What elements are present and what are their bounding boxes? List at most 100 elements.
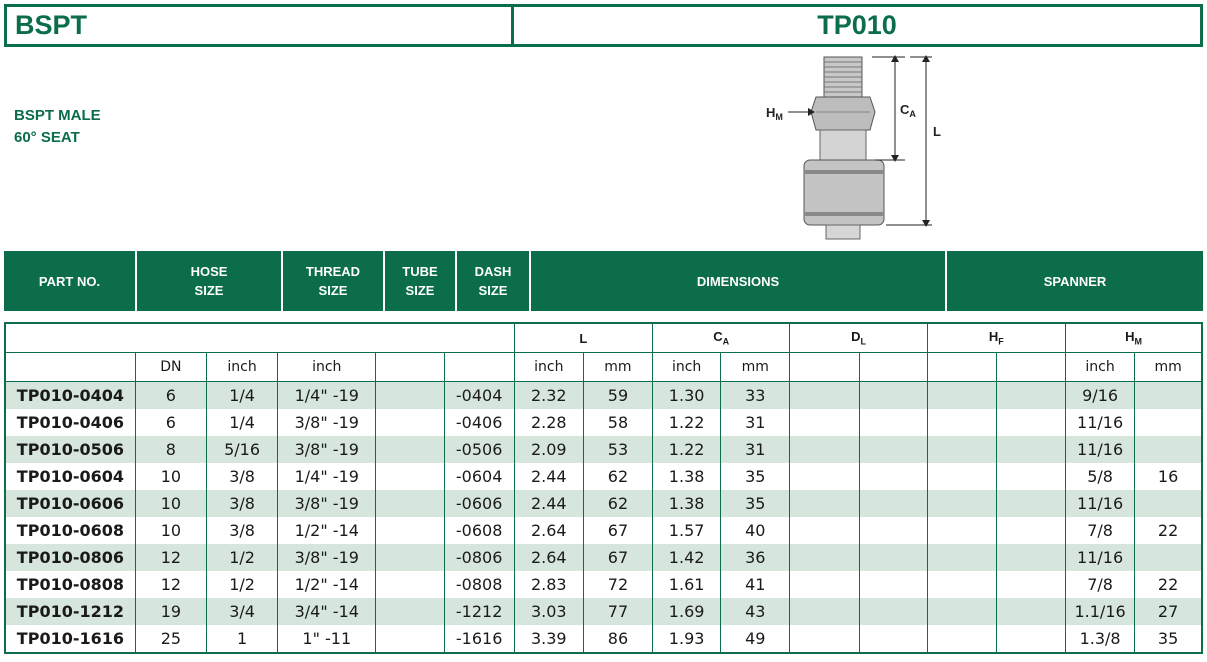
unit-hm-inch: inch bbox=[1065, 352, 1135, 382]
dl-cell bbox=[789, 517, 860, 544]
dash-size-cell: -0506 bbox=[443, 436, 515, 463]
series-title: BSPT bbox=[4, 4, 514, 47]
unit-dn: DN bbox=[134, 352, 207, 382]
table-row: TP010-1616 25 1 1" -11 -1616 3.39 86 1.93 49 1.3/… bbox=[4, 625, 1202, 653]
hose-inch-cell: 3/8 bbox=[205, 517, 278, 544]
ca-mm-cell: 33 bbox=[720, 381, 790, 409]
ca-inch-cell: 1.22 bbox=[652, 436, 721, 463]
hm-inch-cell: 5/8 bbox=[1065, 463, 1135, 490]
dl-cell bbox=[789, 463, 860, 490]
dn-cell: 19 bbox=[134, 598, 207, 625]
part-number-cell: TP010-0406 bbox=[4, 409, 136, 436]
l-inch-cell: 2.83 bbox=[513, 571, 584, 598]
hm-inch-cell: 11/16 bbox=[1065, 436, 1135, 463]
dash-size-cell: -0608 bbox=[443, 517, 515, 544]
unit-blank bbox=[926, 352, 997, 382]
hf-cell bbox=[926, 517, 997, 544]
hf-cell bbox=[995, 544, 1066, 571]
l-mm-cell: 58 bbox=[582, 409, 653, 436]
tube-size-cell bbox=[375, 571, 445, 598]
tube-size-cell bbox=[375, 544, 445, 571]
part-family-title: TP010 bbox=[511, 4, 1203, 47]
unit-blank bbox=[789, 352, 860, 382]
unit-blank bbox=[995, 352, 1066, 382]
dn-cell: 6 bbox=[134, 381, 207, 409]
table-row: TP010-1212 19 3/4 3/4" -14 -1212 3.03 77 1.69 43… bbox=[4, 598, 1202, 625]
dl-cell bbox=[858, 598, 928, 625]
table-row: TP010-0406 6 1/4 3/8" -19 -0406 2.28 58 1.22 31 1… bbox=[4, 409, 1202, 436]
ca-inch-cell: 1.38 bbox=[652, 463, 721, 490]
dn-cell: 25 bbox=[134, 625, 207, 653]
thread-size-cell: 3/8" -19 bbox=[277, 436, 376, 463]
table-row: TP010-0604 10 3/8 1/4" -19 -0604 2.44 62 1.38 35… bbox=[4, 463, 1202, 490]
thread-size-cell: 3/8" -19 bbox=[277, 544, 376, 571]
parts-table: L CA DL HF HM DN inch inch inch mm inch … bbox=[4, 322, 1203, 654]
hm-inch-cell: 1.1/16 bbox=[1065, 598, 1135, 625]
part-number-cell: TP010-1212 bbox=[4, 598, 136, 625]
dl-cell bbox=[789, 490, 860, 517]
hm-inch-cell: 9/16 bbox=[1065, 381, 1135, 409]
hm-mm-cell: 22 bbox=[1134, 571, 1202, 598]
hf-cell bbox=[995, 381, 1066, 409]
l-label: L bbox=[933, 124, 941, 139]
hf-cell bbox=[926, 544, 997, 571]
dn-cell: 10 bbox=[134, 463, 207, 490]
ca-mm-cell: 43 bbox=[720, 598, 790, 625]
ca-mm-cell: 31 bbox=[720, 409, 790, 436]
part-number-cell: TP010-0604 bbox=[4, 463, 136, 490]
hf-cell bbox=[926, 463, 997, 490]
dl-cell bbox=[858, 409, 928, 436]
hose-inch-cell: 1/2 bbox=[205, 571, 278, 598]
part-number-cell: TP010-0608 bbox=[4, 517, 136, 544]
ca-inch-cell: 1.57 bbox=[652, 517, 721, 544]
dl-cell bbox=[789, 625, 860, 653]
table-row: TP010-0506 8 5/16 3/8" -19 -0506 2.09 53 1.22 31… bbox=[4, 436, 1202, 463]
part-number-cell: TP010-1616 bbox=[4, 625, 136, 653]
dash-size-cell: -0404 bbox=[443, 381, 515, 409]
hf-cell bbox=[995, 625, 1066, 653]
unit-blank bbox=[443, 352, 515, 382]
hm-inch-cell: 1.3/8 bbox=[1065, 625, 1135, 653]
hf-cell bbox=[926, 490, 997, 517]
table-row: TP010-0404 6 1/4 1/4" -19 -0404 2.32 59 1.30 33 9… bbox=[4, 381, 1202, 409]
l-mm-cell: 77 bbox=[582, 598, 653, 625]
header-hose-size: HOSE SIZE bbox=[135, 251, 282, 311]
hose-inch-cell: 1/2 bbox=[205, 544, 278, 571]
l-mm-cell: 72 bbox=[582, 571, 653, 598]
hm-mm-cell bbox=[1134, 490, 1202, 517]
hf-cell bbox=[995, 517, 1066, 544]
group-hm: HM bbox=[1065, 323, 1202, 353]
table-row: TP010-0608 10 3/8 1/2" -14 -0608 2.64 67 1.57 40… bbox=[4, 517, 1202, 544]
dl-cell bbox=[858, 625, 928, 653]
dn-cell: 8 bbox=[134, 436, 207, 463]
dl-cell bbox=[858, 544, 928, 571]
dl-cell bbox=[858, 517, 928, 544]
dash-size-cell: -0406 bbox=[443, 409, 515, 436]
dl-cell bbox=[789, 409, 860, 436]
hose-inch-cell: 3/4 bbox=[205, 598, 278, 625]
unit-row: DN inch inch inch mm inch mm inch mm bbox=[4, 352, 1202, 382]
tube-size-cell bbox=[375, 517, 445, 544]
hose-inch-cell: 5/16 bbox=[205, 436, 278, 463]
hm-inch-cell: 7/8 bbox=[1065, 571, 1135, 598]
unit-hose-inch: inch bbox=[205, 352, 278, 382]
hm-mm-cell: 16 bbox=[1134, 463, 1202, 490]
ca-inch-cell: 1.38 bbox=[652, 490, 721, 517]
ca-label: CA bbox=[900, 102, 916, 119]
hm-label: HM bbox=[766, 105, 783, 122]
l-mm-cell: 62 bbox=[582, 463, 653, 490]
group-l: L bbox=[513, 323, 653, 353]
l-mm-cell: 53 bbox=[582, 436, 653, 463]
hm-inch-cell: 11/16 bbox=[1065, 490, 1135, 517]
hm-inch-cell: 11/16 bbox=[1065, 544, 1135, 571]
dl-cell bbox=[858, 490, 928, 517]
ca-inch-cell: 1.42 bbox=[652, 544, 721, 571]
l-mm-cell: 67 bbox=[582, 517, 653, 544]
hm-mm-cell: 35 bbox=[1134, 625, 1202, 653]
hm-mm-cell bbox=[1134, 381, 1202, 409]
l-inch-cell: 2.44 bbox=[513, 490, 584, 517]
part-number-cell: TP010-0806 bbox=[4, 544, 136, 571]
header-thread-size: THREAD SIZE bbox=[281, 251, 384, 311]
hose-inch-cell: 1/4 bbox=[205, 409, 278, 436]
l-inch-cell: 2.32 bbox=[513, 381, 584, 409]
